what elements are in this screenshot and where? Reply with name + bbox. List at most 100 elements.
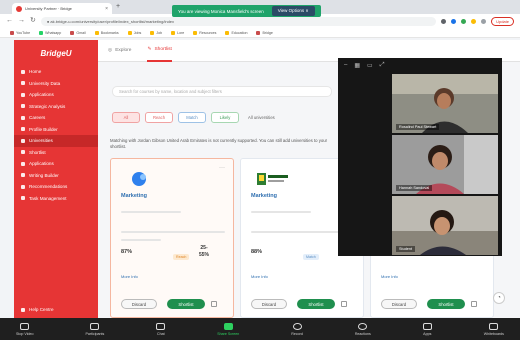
filter-chip-likely[interactable]: Likely [211, 112, 239, 123]
forward-icon[interactable]: → [18, 17, 25, 25]
bookmarks-bar: YouTube Whatsapp Gmail Bookmarks Jobs Jo… [0, 28, 520, 38]
shortlist-button[interactable]: Shortlist [167, 299, 205, 309]
profile-avatar-icon[interactable] [481, 18, 487, 24]
new-tab-icon[interactable]: + [116, 3, 120, 11]
analysis-icon [21, 104, 25, 109]
sidebar: BridgeU Home University Data Application… [14, 40, 98, 318]
back-icon[interactable]: ← [6, 17, 13, 25]
tab-explore[interactable]: ◎ Explore [108, 40, 131, 62]
sidebar-item-universities[interactable]: Universities [14, 135, 98, 147]
sidebar-item-writing-builder[interactable]: Writing Builder [14, 170, 98, 182]
course-name: Marketing [121, 193, 147, 199]
sidebar-item-university-data[interactable]: University Data [14, 78, 98, 90]
filter-chip-match[interactable]: Match [178, 112, 206, 123]
bookmark[interactable]: Resources [193, 30, 216, 35]
sidebar-item-strategic-analysis[interactable]: Strategic Analysis [14, 101, 98, 113]
shortlist-button[interactable]: Shortlist [297, 299, 335, 309]
extension-icon[interactable] [461, 18, 467, 24]
more-info-link[interactable]: More Info [251, 274, 268, 279]
apps-button[interactable]: Apps [422, 322, 432, 336]
help-centre-link[interactable]: Help Centre [21, 307, 54, 312]
bookmark[interactable]: Gmail [70, 30, 86, 35]
extension-icon[interactable] [451, 18, 457, 24]
bookmark[interactable]: Bridge [256, 30, 273, 35]
chat-support-icon[interactable]: ◔ [493, 292, 505, 304]
view-options-button[interactable]: View Options ∨ [271, 6, 315, 16]
bookmark-icon [39, 30, 44, 35]
bookmark[interactable]: Education [225, 30, 247, 35]
more-options-icon[interactable]: ··· [219, 165, 225, 171]
filter-chip-all[interactable]: All [112, 112, 140, 123]
share-icon[interactable] [471, 301, 477, 307]
share-icon[interactable] [211, 301, 217, 307]
chat-button[interactable]: Chat [156, 322, 166, 336]
sidebar-item-task-management[interactable]: Task Management [14, 193, 98, 205]
bookmark-icon [150, 30, 155, 35]
compass-icon: ◎ [108, 48, 113, 53]
course-search-input[interactable]: Search for courses by name, location and… [112, 86, 332, 97]
chat-icon [156, 322, 166, 330]
extension-icon[interactable] [441, 18, 447, 24]
bookmark[interactable]: Whatsapp [39, 30, 61, 35]
discard-button[interactable]: Discard [121, 299, 157, 309]
universities-icon [21, 138, 25, 143]
bookmark-icon [171, 30, 176, 35]
bookmark-icon [70, 30, 75, 35]
share-icon[interactable] [341, 301, 347, 307]
sidebar-item-profile-builder[interactable]: Profile Builder [14, 124, 98, 136]
bookmark[interactable]: Bookmarks [94, 30, 119, 35]
sidebar-item-applications[interactable]: Applications [14, 89, 98, 101]
share-screen-button[interactable]: Share Screen [217, 322, 239, 336]
bookmark-icon [193, 30, 198, 35]
task-icon [21, 196, 25, 201]
sidebar-item-home[interactable]: Home [14, 66, 98, 78]
discard-button[interactable]: Discard [251, 299, 287, 309]
participants-button[interactable]: Participants [86, 322, 104, 336]
participant-tile[interactable]: Student [392, 196, 498, 255]
minimize-icon[interactable]: – [344, 62, 347, 68]
filter-chips: All Reach Match Likely All universities [112, 112, 275, 123]
extension-icon[interactable] [471, 18, 477, 24]
tab-shortlist[interactable]: ✎ Shortlist [147, 40, 172, 62]
discard-button[interactable]: Discard [381, 299, 417, 309]
filter-chip-reach[interactable]: Reach [145, 112, 173, 123]
sidebar-item-shortlist[interactable]: Shortlist [14, 147, 98, 159]
expand-icon[interactable]: ⤢ [380, 62, 385, 69]
participant-tile[interactable]: Hannah Sandoval [392, 135, 498, 194]
participant-tile[interactable]: Rosalind Paul Stewart [392, 74, 498, 133]
gallery-view-icon[interactable]: ▦ [354, 62, 360, 69]
bookmark[interactable]: YouTube [10, 30, 30, 35]
match-percentage: 88% [251, 249, 263, 255]
whiteboards-button[interactable]: Whiteboards [484, 322, 504, 336]
sidebar-item-recommendations[interactable]: Recommendations [14, 181, 98, 193]
record-button[interactable]: Record [291, 322, 303, 336]
applications-icon [21, 161, 25, 166]
sidebar-item-applications-sub[interactable]: Applications [14, 158, 98, 170]
reload-icon[interactable]: ↻ [30, 17, 36, 25]
pencil-icon [21, 173, 25, 178]
data-icon [21, 81, 25, 86]
sidebar-item-careers[interactable]: Careers [14, 112, 98, 124]
course-card[interactable]: ··· Marketing 87% Reach 25- 55% More Inf… [110, 158, 234, 318]
bookmark[interactable]: Jobs [127, 30, 141, 35]
update-button[interactable]: Update [491, 16, 514, 26]
bookmark[interactable]: Lore [171, 30, 184, 35]
speaker-view-icon[interactable]: ▭ [367, 62, 373, 69]
shortlist-button[interactable]: Shortlist [427, 299, 465, 309]
zoom-video-panel: – ▦ ▭ ⤢ Rosalind Paul Stewart Hannah San… [338, 58, 502, 256]
url-input[interactable]: ● ak.bridge-u.com/university/user/profil… [40, 16, 437, 26]
browser-tab[interactable]: University Partner · Bridge × [12, 3, 112, 14]
brand-logo[interactable]: BridgeU [14, 40, 98, 66]
course-name: Marketing [251, 193, 277, 199]
zoom-control-bar: Stop Video Participants Chat Share Scree… [0, 318, 520, 340]
more-info-link[interactable]: More Info [121, 274, 138, 279]
close-tab-icon[interactable]: × [105, 6, 108, 12]
zoom-panel-toolbar: – ▦ ▭ ⤢ [338, 58, 502, 72]
more-info-link[interactable]: More Info [381, 274, 398, 279]
placeholder-line [121, 211, 181, 213]
stop-video-button[interactable]: Stop Video [16, 322, 34, 336]
bookmark[interactable]: Job [150, 30, 162, 35]
acceptance-range: 25- 55% [199, 245, 210, 258]
shortlist-icon: ✎ [147, 47, 152, 52]
reactions-button[interactable]: Reactions [355, 322, 371, 336]
